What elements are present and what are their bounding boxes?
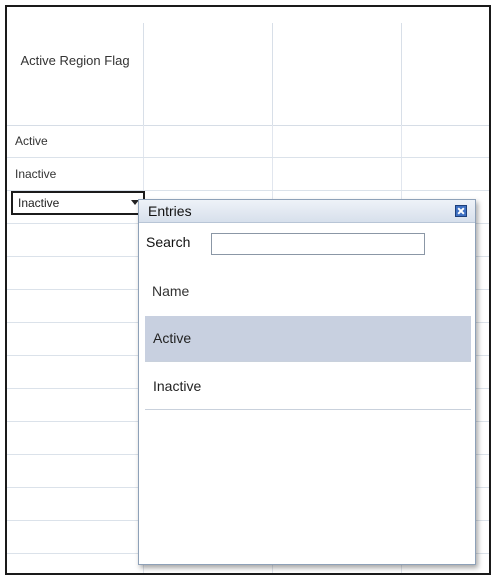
option-active[interactable]: Active [145, 316, 471, 362]
column-header-active-region-flag[interactable]: Active Region Flag [7, 23, 144, 125]
grid-header-row: Active Region Flag [7, 7, 489, 126]
option-label: Active [153, 330, 192, 346]
close-icon[interactable] [455, 205, 467, 217]
popup-title: Entries [148, 203, 192, 219]
name-column-header: Name [152, 283, 190, 299]
table-row[interactable]: Active [7, 125, 489, 158]
option-label: Inactive [153, 378, 202, 394]
search-input[interactable] [211, 233, 425, 255]
popup-title-bar: Entries [139, 200, 475, 223]
grid-frame: Active Region Flag Active Inactive Inact… [5, 5, 491, 575]
column-header-2[interactable] [144, 23, 273, 125]
dropdown-value: Inactive [18, 196, 60, 210]
table-row[interactable]: Inactive [7, 158, 489, 191]
table-cell-value: Inactive [15, 167, 57, 181]
active-region-flag-dropdown[interactable]: Inactive [11, 191, 145, 215]
option-inactive[interactable]: Inactive [145, 364, 471, 410]
column-header-label: Active Region Flag [20, 53, 130, 68]
entries-popup: Entries Search Name Active Inactive [138, 199, 476, 565]
search-label: Search [146, 234, 191, 250]
table-cell-value: Active [15, 134, 48, 148]
column-header-3[interactable] [273, 23, 402, 125]
